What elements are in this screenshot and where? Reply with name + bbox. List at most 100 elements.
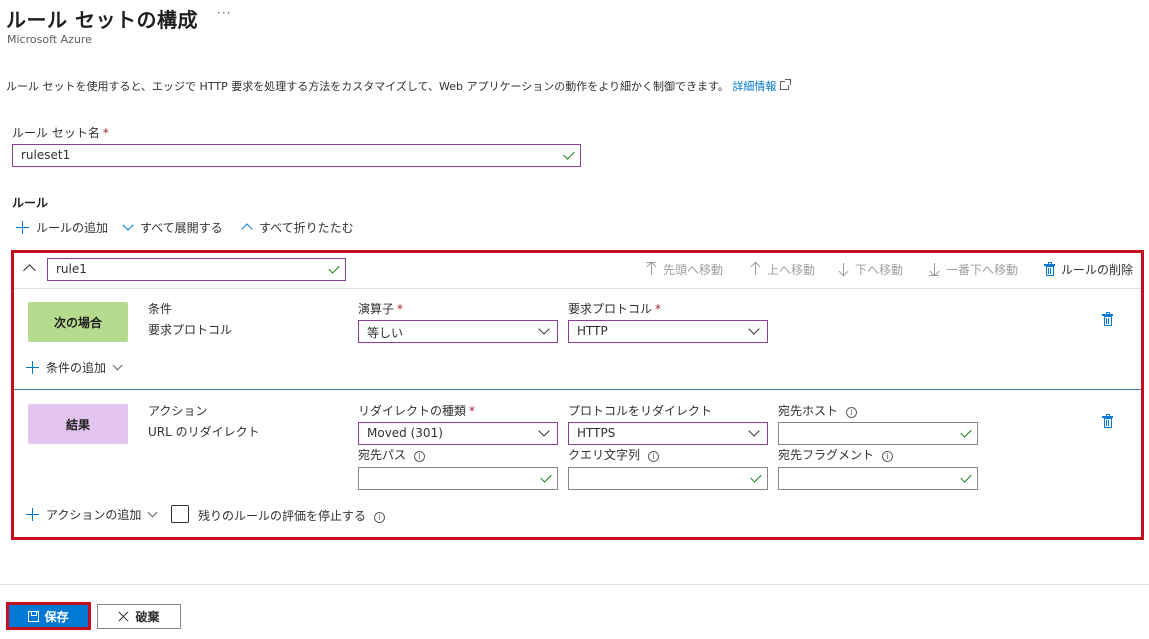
- plus-icon: [26, 361, 39, 374]
- plus-icon: [16, 221, 29, 234]
- trash-icon: [1102, 312, 1113, 327]
- stop-evaluation-label: 残りのルールの評価を停止する i: [198, 507, 386, 524]
- chevron-down-icon: [538, 425, 550, 437]
- plus-icon: [26, 508, 39, 521]
- delete-action-button[interactable]: [1102, 414, 1119, 429]
- chevron-down-icon: [748, 323, 760, 335]
- query-string-label: クエリ文字列 i: [568, 446, 660, 463]
- rules-section-title: ルール: [12, 196, 49, 210]
- arrow-down-icon: [838, 262, 848, 277]
- move-top-button[interactable]: 先頭へ移動: [646, 261, 723, 278]
- redirect-type-dropdown[interactable]: Moved (301): [358, 422, 558, 445]
- info-icon[interactable]: i: [374, 512, 386, 523]
- expand-all-button[interactable]: すべて展開する: [122, 219, 223, 239]
- ruleset-name-input[interactable]: ruleset1: [12, 144, 581, 167]
- discard-label: 破棄: [135, 610, 160, 624]
- move-down-button[interactable]: 下へ移動: [838, 261, 903, 278]
- move-bottom-icon: [929, 262, 939, 277]
- destination-path-input[interactable]: [358, 467, 558, 490]
- stop-evaluation-label-text: 残りのルールの評価を停止する: [198, 509, 367, 523]
- add-action-label: アクションの追加: [46, 508, 142, 522]
- action-type-value: URL のリダイレクト: [148, 425, 260, 439]
- operator-label-text: 演算子: [358, 302, 395, 316]
- expand-all-label: すべて展開する: [140, 221, 223, 235]
- chevron-up-icon: [241, 223, 253, 235]
- description-text: ルール セットを使用すると、エッジで HTTP 要求を処理する方法をカスタマイズ…: [6, 80, 729, 93]
- delete-rule-label: ルールの削除: [1061, 263, 1134, 277]
- stop-evaluation-checkbox[interactable]: [171, 505, 189, 523]
- destination-fragment-input[interactable]: [778, 467, 978, 490]
- learn-more-link[interactable]: 詳細情報: [732, 80, 776, 93]
- delete-rule-button[interactable]: ルールの削除: [1044, 261, 1133, 278]
- info-icon[interactable]: i: [648, 451, 660, 462]
- ruleset-name-label: ルール セット名 *: [12, 124, 109, 141]
- save-button[interactable]: 保存: [6, 602, 91, 630]
- chevron-down-icon: [122, 219, 134, 231]
- request-protocol-label-text: 要求プロトコル: [568, 302, 653, 316]
- arrow-up-icon: [750, 261, 760, 276]
- chevron-down-icon: [538, 323, 550, 335]
- required-mark: *: [655, 302, 662, 316]
- valid-check-icon: [960, 426, 972, 438]
- redirect-type-label-text: リダイレクトの種類: [358, 404, 467, 418]
- condition-type-value: 要求プロトコル: [148, 323, 233, 337]
- rule-name-input[interactable]: rule1: [47, 258, 346, 281]
- discard-button[interactable]: 破棄: [97, 604, 181, 629]
- info-icon[interactable]: i: [882, 451, 894, 462]
- ruleset-name-label-text: ルール セット名: [12, 126, 100, 140]
- add-condition-button[interactable]: 条件の追加: [26, 359, 123, 376]
- move-top-label: 先頭へ移動: [663, 263, 724, 277]
- action-type-label: アクション: [148, 404, 208, 418]
- redirect-type-value: Moved (301): [367, 426, 443, 440]
- redirect-protocol-value: HTTPS: [577, 426, 616, 440]
- redirect-protocol-dropdown[interactable]: HTTPS: [568, 422, 768, 445]
- condition-type-label: 条件: [148, 302, 173, 316]
- destination-fragment-label: 宛先フラグメント i: [778, 446, 894, 463]
- redirect-type-label: リダイレクトの種類 *: [358, 402, 475, 419]
- redirect-protocol-label: プロトコルをリダイレクト: [568, 404, 713, 418]
- collapse-all-button[interactable]: すべて折りたたむ: [241, 219, 354, 239]
- info-icon[interactable]: i: [414, 451, 426, 462]
- save-label: 保存: [44, 609, 69, 624]
- rule-card-highlight: [11, 250, 1144, 540]
- chevron-down-icon: [748, 425, 760, 437]
- valid-check-icon: [750, 471, 762, 483]
- description: ルール セットを使用すると、エッジで HTTP 要求を処理する方法をカスタマイズ…: [6, 78, 792, 94]
- more-options-button[interactable]: ···: [217, 6, 231, 20]
- destination-path-label: 宛先パス i: [358, 446, 426, 463]
- chevron-down-icon: [112, 360, 123, 371]
- move-bottom-label: 一番下へ移動: [946, 263, 1019, 277]
- info-icon[interactable]: i: [846, 407, 858, 418]
- add-action-button[interactable]: アクションの追加: [26, 506, 158, 523]
- add-rule-button[interactable]: ルールの追加: [16, 219, 108, 239]
- page-title: ルール セットの構成: [6, 8, 198, 32]
- destination-fragment-label-text: 宛先フラグメント: [778, 448, 875, 462]
- destination-host-label: 宛先ホスト i: [778, 402, 858, 419]
- add-condition-label: 条件の追加: [46, 361, 107, 375]
- move-up-button[interactable]: 上へ移動: [750, 261, 815, 278]
- request-protocol-dropdown[interactable]: HTTP: [568, 320, 768, 343]
- move-down-label: 下へ移動: [855, 263, 904, 277]
- chevron-down-icon: [147, 507, 158, 518]
- external-link-icon: [780, 79, 792, 90]
- move-bottom-button[interactable]: 一番下へ移動: [929, 261, 1018, 278]
- condition-result-divider: [14, 389, 1141, 390]
- add-rule-label: ルールの追加: [36, 221, 109, 235]
- operator-label: 演算子 *: [358, 300, 403, 317]
- page-subtitle: Microsoft Azure: [7, 33, 92, 46]
- required-mark: *: [397, 302, 404, 316]
- query-string-input[interactable]: [568, 467, 768, 490]
- valid-check-icon: [563, 148, 575, 160]
- required-mark: *: [102, 126, 109, 140]
- operator-dropdown[interactable]: 等しい: [358, 320, 558, 343]
- delete-condition-button[interactable]: [1102, 312, 1119, 327]
- destination-host-input[interactable]: [778, 422, 978, 445]
- rule-header-divider: [14, 288, 1141, 289]
- condition-badge: 次の場合: [28, 302, 128, 342]
- valid-check-icon: [960, 471, 972, 483]
- ruleset-name-value: ruleset1: [21, 148, 71, 162]
- operator-value: 等しい: [367, 326, 404, 340]
- valid-check-icon: [540, 471, 552, 483]
- close-icon: [118, 611, 129, 622]
- footer-divider: [0, 584, 1149, 585]
